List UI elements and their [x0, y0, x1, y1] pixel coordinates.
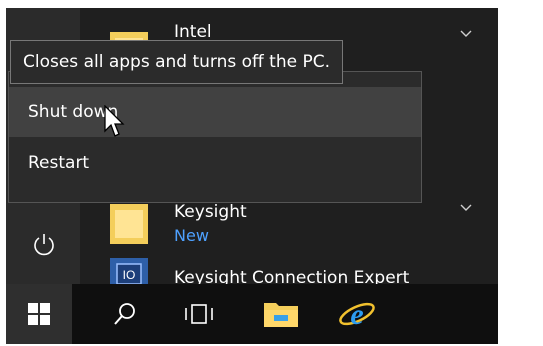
app-label: Keysight Connection Expert	[174, 268, 410, 284]
internet-explorer-icon: e	[339, 298, 375, 331]
power-icon	[34, 234, 54, 256]
start-button[interactable]	[6, 284, 72, 344]
search-icon	[114, 303, 135, 325]
app-label: Intel	[174, 22, 212, 42]
restart-menu-item[interactable]: Restart	[9, 138, 421, 188]
internet-explorer-button[interactable]: e	[324, 284, 390, 344]
shut-down-menu-item[interactable]: Shut down	[9, 87, 421, 137]
tooltip: Closes all apps and turns off the PC.	[10, 40, 343, 84]
task-view-button[interactable]	[166, 284, 232, 344]
mouse-cursor-icon	[104, 104, 126, 139]
file-explorer-icon	[264, 303, 298, 327]
power-menu: Shut down Restart	[8, 71, 422, 203]
new-badge: New	[174, 226, 209, 245]
app-label: Keysight	[174, 202, 247, 222]
power-button[interactable]	[30, 230, 58, 258]
app-list-item-keysight-connection-expert[interactable]: IO Keysight Connection Expert	[110, 254, 500, 284]
connection-expert-icon: IO	[110, 258, 148, 284]
chevron-down-icon[interactable]	[460, 30, 472, 40]
svg-text:IO: IO	[123, 268, 136, 282]
task-view-icon	[185, 304, 213, 324]
taskbar: e	[6, 284, 498, 344]
chevron-down-icon[interactable]	[460, 204, 472, 214]
folder-icon	[110, 204, 148, 244]
search-button[interactable]	[92, 284, 158, 344]
windows-logo-icon	[28, 303, 50, 325]
file-explorer-button[interactable]	[248, 284, 314, 344]
app-list-item-keysight[interactable]: Keysight New	[110, 200, 500, 246]
svg-text:e: e	[350, 298, 363, 331]
